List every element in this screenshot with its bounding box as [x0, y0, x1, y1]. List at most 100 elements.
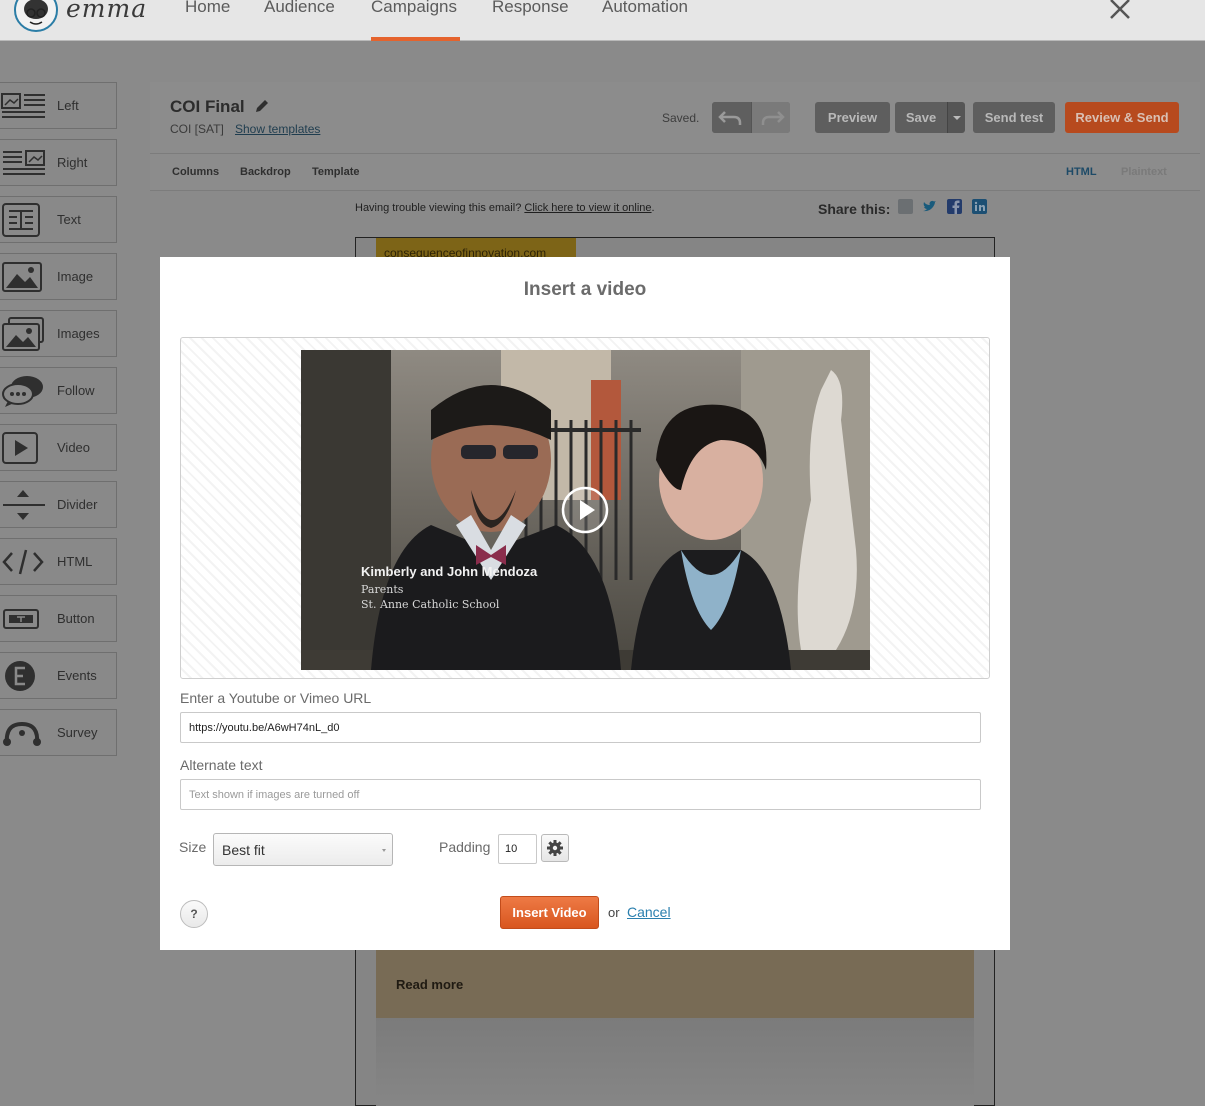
redo-icon: [761, 111, 785, 125]
tools-icon[interactable]: [1108, 0, 1132, 20]
layout-left-icon: [1, 93, 45, 118]
saved-status: Saved.: [662, 111, 700, 125]
block-divider[interactable]: Divider: [0, 481, 117, 528]
insert-video-modal: Insert a video Kimberly and John Mendoza…: [160, 257, 1010, 950]
trouble-viewing-text: Having trouble viewing this email? Click…: [355, 202, 655, 214]
trouble-viewing-end: .: [651, 202, 655, 214]
size-select[interactable]: Best fit: [213, 833, 393, 866]
padding-input[interactable]: [498, 834, 537, 864]
preview-button[interactable]: Preview: [815, 102, 890, 133]
view-online-link[interactable]: Click here to view it online: [524, 202, 651, 214]
block-label: Image: [57, 269, 94, 284]
video-caption-name: Kimberly and John Mendoza: [361, 564, 538, 579]
divider-icon: [3, 490, 45, 520]
padding-settings-button[interactable]: [541, 834, 569, 862]
block-events[interactable]: Events: [0, 652, 117, 699]
nav-home[interactable]: Home: [185, 0, 230, 17]
top-nav: emma Home Audience Campaigns Response Au…: [0, 0, 1205, 41]
help-button[interactable]: ?: [180, 900, 208, 928]
read-more-link[interactable]: Read more: [396, 977, 463, 992]
speech-bubbles-icon: [2, 376, 43, 407]
save-options-caret[interactable]: [947, 102, 965, 133]
tab-columns[interactable]: Columns: [172, 166, 219, 178]
pencil-icon[interactable]: [254, 98, 270, 114]
block-label: Events: [57, 668, 97, 683]
undo-button[interactable]: [712, 102, 751, 133]
trouble-viewing-label: Having trouble viewing this email?: [355, 202, 522, 214]
tab-plaintext[interactable]: Plaintext: [1121, 166, 1167, 178]
gear-icon: [547, 840, 563, 856]
tab-html[interactable]: HTML: [1066, 166, 1097, 178]
block-label: Video: [57, 440, 91, 455]
email-share-icon[interactable]: [898, 199, 913, 214]
block-label: Right: [57, 155, 88, 170]
size-label: Size: [179, 839, 207, 855]
insert-video-button[interactable]: Insert Video: [500, 896, 599, 929]
twitter-icon[interactable]: [922, 199, 937, 214]
modal-title: Insert a video: [523, 279, 647, 300]
linkedin-icon[interactable]: [972, 199, 987, 214]
video-caption-school: St. Anne Catholic School: [361, 598, 500, 611]
or-text: or: [608, 905, 620, 920]
video-url-input[interactable]: [180, 712, 981, 743]
chevron-down-icon: [382, 849, 386, 852]
alt-text-input[interactable]: [180, 779, 981, 810]
undo-redo-group: [712, 102, 790, 133]
block-text[interactable]: Text: [0, 196, 117, 243]
padding-label: Padding: [439, 839, 491, 855]
block-images[interactable]: Images: [0, 310, 117, 357]
play-icon[interactable]: [561, 486, 609, 534]
send-test-button[interactable]: Send test: [973, 102, 1055, 133]
block-left[interactable]: Left: [0, 82, 117, 129]
block-follow[interactable]: Follow: [0, 367, 117, 414]
block-video[interactable]: Video: [0, 424, 117, 471]
alt-text-label: Alternate text: [180, 757, 263, 773]
images-icon: [2, 317, 44, 351]
nav-campaigns[interactable]: Campaigns: [371, 0, 457, 17]
block-button[interactable]: Button: [0, 595, 117, 642]
block-survey[interactable]: Survey: [0, 709, 117, 756]
emma-logo-icon[interactable]: [10, 0, 62, 32]
block-label: Divider: [57, 497, 98, 512]
undo-icon: [718, 111, 742, 125]
share-label: Share this:: [818, 201, 891, 217]
play-icon: [2, 432, 38, 464]
block-html[interactable]: HTML: [0, 538, 117, 585]
video-caption-role: Parents: [361, 583, 404, 596]
nav-audience[interactable]: Audience: [264, 0, 335, 17]
active-nav-indicator: [371, 37, 460, 41]
video-preview-box: Kimberly and John Mendoza Parents St. An…: [180, 337, 990, 679]
save-button[interactable]: Save: [895, 102, 947, 133]
facebook-icon[interactable]: [947, 199, 962, 214]
tab-backdrop[interactable]: Backdrop: [240, 166, 291, 178]
editor-header: COI Final COI [SAT] Show templates Saved…: [150, 82, 1200, 154]
review-send-button[interactable]: Review & Send: [1065, 102, 1179, 133]
logo-text: emma: [66, 0, 148, 23]
button-icon: [3, 609, 39, 629]
block-right[interactable]: Right: [0, 139, 117, 186]
size-select-value: Best fit: [222, 842, 265, 858]
survey-icon: [3, 721, 41, 746]
block-label: Left: [57, 98, 79, 113]
read-more-band: [376, 950, 974, 1018]
block-label: Survey: [57, 725, 98, 740]
cancel-link[interactable]: Cancel: [627, 904, 671, 920]
nav-response[interactable]: Response: [492, 0, 569, 17]
block-label: Follow: [57, 383, 95, 398]
image-icon: [2, 262, 42, 292]
block-label: Images: [57, 326, 100, 341]
redo-button[interactable]: [751, 102, 790, 133]
block-image[interactable]: Image: [0, 253, 117, 300]
nav-automation[interactable]: Automation: [602, 0, 688, 17]
campaign-title: COI Final: [170, 97, 245, 116]
events-icon: [5, 661, 35, 691]
video-thumbnail[interactable]: Kimberly and John Mendoza Parents St. An…: [301, 350, 870, 670]
block-label: HTML: [57, 554, 93, 569]
text-block-icon: [2, 203, 40, 237]
show-templates-link[interactable]: Show templates: [235, 122, 320, 136]
tab-template[interactable]: Template: [312, 166, 359, 178]
campaign-subtitle: COI [SAT]: [170, 122, 224, 136]
block-label: Text: [57, 212, 81, 227]
email-photo: [376, 1018, 974, 1106]
code-icon: [2, 549, 44, 575]
